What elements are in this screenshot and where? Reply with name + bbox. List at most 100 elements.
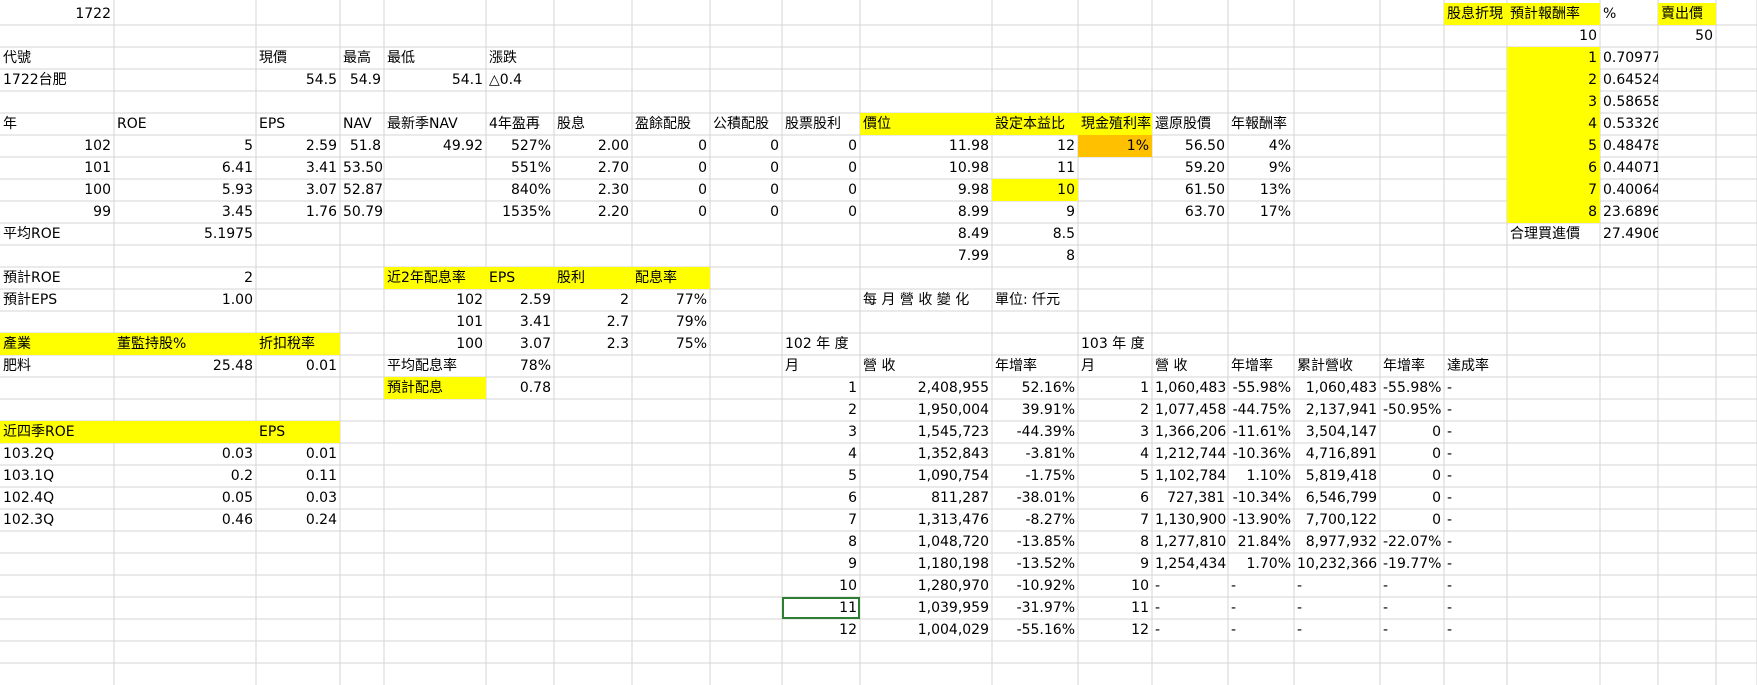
main-cell[interactable]: 2.70 bbox=[554, 157, 632, 179]
monthly-cell[interactable]: -38.01% bbox=[992, 487, 1078, 509]
stock-change[interactable]: △0.4 bbox=[486, 69, 554, 91]
main-header-5[interactable]: 4年盈再 bbox=[486, 113, 554, 135]
main-cell[interactable] bbox=[1078, 201, 1152, 223]
monthly-cell[interactable]: 3 bbox=[782, 421, 860, 443]
main-header-7[interactable]: 盈餘配股 bbox=[632, 113, 710, 135]
monthly-cell[interactable]: 0 bbox=[1380, 509, 1444, 531]
monthly-cell[interactable]: 1,090,754 bbox=[860, 465, 992, 487]
monthly-cell[interactable]: 1,254,434 bbox=[1152, 553, 1228, 575]
monthly-cell[interactable]: 8 bbox=[1078, 531, 1152, 553]
main-cell[interactable]: 2.20 bbox=[554, 201, 632, 223]
monthly-cell[interactable]: -1.75% bbox=[992, 465, 1078, 487]
monthly-cell[interactable]: 1,352,843 bbox=[860, 443, 992, 465]
main-cell[interactable] bbox=[1078, 157, 1152, 179]
main-header-0[interactable]: 年 bbox=[0, 113, 114, 135]
main-cell[interactable]: 101 bbox=[0, 157, 114, 179]
main-cell[interactable]: 10.98 bbox=[860, 157, 992, 179]
monthly-cell[interactable]: - bbox=[1380, 575, 1444, 597]
monthly-header-103[interactable]: 月 bbox=[1078, 355, 1152, 377]
stock-name[interactable]: 1722台肥 bbox=[0, 69, 114, 91]
main-cell[interactable]: 551% bbox=[486, 157, 554, 179]
main-cell[interactable] bbox=[384, 201, 486, 223]
monthly-cell[interactable]: - bbox=[1444, 553, 1507, 575]
monthly-header-103[interactable]: 年增率 bbox=[1228, 355, 1294, 377]
discount-header-dividend[interactable]: 股息折現 bbox=[1444, 3, 1507, 25]
monthly-cell[interactable]: 6,546,799 bbox=[1294, 487, 1380, 509]
main-cell[interactable]: 0 bbox=[710, 157, 782, 179]
monthly-cell[interactable]: 7 bbox=[1078, 509, 1152, 531]
monthly-cell[interactable]: -22.07% bbox=[1380, 531, 1444, 553]
main-cell[interactable]: 9% bbox=[1228, 157, 1294, 179]
header-low[interactable]: 最低 bbox=[384, 47, 486, 69]
monthly-cell[interactable]: 11 bbox=[782, 597, 860, 619]
monthly-cell[interactable]: 1,060,483 bbox=[1152, 377, 1228, 399]
monthly-cell[interactable]: - bbox=[1228, 619, 1294, 641]
monthly-cell[interactable]: 1,280,970 bbox=[860, 575, 992, 597]
monthly-unit[interactable]: 單位: 仟元 bbox=[992, 289, 1078, 311]
stock-low[interactable]: 54.1 bbox=[384, 69, 486, 91]
monthly-cell[interactable]: 1,180,198 bbox=[860, 553, 992, 575]
quarter-roe[interactable]: 0.03 bbox=[114, 443, 256, 465]
discount-factor[interactable]: 0.64524 bbox=[1600, 69, 1658, 91]
monthly-cell[interactable]: 6 bbox=[782, 487, 860, 509]
stock-price[interactable]: 54.5 bbox=[256, 69, 340, 91]
year-103-label[interactable]: 103 年 度 bbox=[1078, 333, 1152, 355]
monthly-title[interactable]: 每 月 營 收 變 化 bbox=[860, 289, 992, 311]
sell-price-value[interactable]: 50 bbox=[1658, 25, 1716, 47]
quarter-eps[interactable]: 0.03 bbox=[256, 487, 340, 509]
main-cell[interactable] bbox=[384, 179, 486, 201]
monthly-cell[interactable]: - bbox=[1444, 619, 1507, 641]
main-cell[interactable]: 13% bbox=[1228, 179, 1294, 201]
monthly-cell[interactable]: 8 bbox=[782, 531, 860, 553]
discount-tax-header[interactable]: 折扣稅率 bbox=[256, 333, 340, 355]
monthly-cell[interactable]: -55.16% bbox=[992, 619, 1078, 641]
main-cell[interactable]: 0 bbox=[632, 179, 710, 201]
payout-header-dividend[interactable]: 股利 bbox=[554, 267, 632, 289]
main-header-2[interactable]: EPS bbox=[256, 113, 340, 135]
monthly-cell[interactable]: 1,212,744 bbox=[1152, 443, 1228, 465]
main-cell[interactable]: 4% bbox=[1228, 135, 1294, 157]
monthly-cell[interactable]: -50.95% bbox=[1380, 399, 1444, 421]
monthly-cell[interactable]: 3 bbox=[1078, 421, 1152, 443]
payout-cell[interactable]: 79% bbox=[632, 311, 710, 333]
main-cell[interactable]: 2.59 bbox=[256, 135, 340, 157]
monthly-cell[interactable]: 11 bbox=[1078, 597, 1152, 619]
discount-factor[interactable]: 23.6896 bbox=[1600, 201, 1658, 223]
discount-year[interactable]: 5 bbox=[1507, 135, 1600, 157]
main-cell[interactable]: 2.30 bbox=[554, 179, 632, 201]
stock-high[interactable]: 54.9 bbox=[340, 69, 384, 91]
main-cell[interactable]: 0 bbox=[710, 201, 782, 223]
monthly-cell[interactable]: -19.77% bbox=[1380, 553, 1444, 575]
monthly-cell[interactable]: 10 bbox=[782, 575, 860, 597]
forecast-eps-label[interactable]: 預計EPS bbox=[0, 289, 114, 311]
monthly-cell[interactable]: - bbox=[1444, 399, 1507, 421]
monthly-cell[interactable]: 0 bbox=[1380, 421, 1444, 443]
monthly-cell[interactable]: 8,977,932 bbox=[1294, 531, 1380, 553]
pe-setting-cell[interactable]: 8 bbox=[992, 245, 1078, 267]
discount-factor[interactable]: 0.40064 bbox=[1600, 179, 1658, 201]
monthly-cell[interactable]: - bbox=[1444, 443, 1507, 465]
monthly-cell[interactable]: 2 bbox=[1078, 399, 1152, 421]
quarter-label[interactable]: 102.3Q bbox=[0, 509, 114, 531]
main-cell[interactable]: 11.98 bbox=[860, 135, 992, 157]
monthly-cell[interactable]: 6 bbox=[1078, 487, 1152, 509]
main-cell[interactable]: 1.76 bbox=[256, 201, 340, 223]
header-code[interactable]: 代號 bbox=[0, 47, 114, 69]
main-header-8[interactable]: 公積配股 bbox=[710, 113, 782, 135]
main-cell[interactable]: 3.07 bbox=[256, 179, 340, 201]
main-cell[interactable]: 8.99 bbox=[860, 201, 992, 223]
monthly-cell[interactable]: 39.91% bbox=[992, 399, 1078, 421]
monthly-cell[interactable]: - bbox=[1152, 597, 1228, 619]
payout-forecast-value[interactable]: 0.78 bbox=[486, 377, 554, 399]
monthly-cell[interactable]: - bbox=[1444, 509, 1507, 531]
monthly-cell[interactable]: 1,060,483 bbox=[1294, 377, 1380, 399]
main-header-1[interactable]: ROE bbox=[114, 113, 256, 135]
main-cell[interactable]: 9 bbox=[992, 201, 1078, 223]
main-cell[interactable]: 59.20 bbox=[1152, 157, 1228, 179]
monthly-header-102[interactable]: 營 收 bbox=[860, 355, 992, 377]
monthly-cell[interactable]: -10.34% bbox=[1228, 487, 1294, 509]
monthly-cell[interactable]: -44.75% bbox=[1228, 399, 1294, 421]
payout-forecast-label[interactable]: 預計配息 bbox=[384, 377, 486, 399]
monthly-cell[interactable]: 1,048,720 bbox=[860, 531, 992, 553]
fair-price-value[interactable]: 27.4906 bbox=[1600, 223, 1658, 245]
